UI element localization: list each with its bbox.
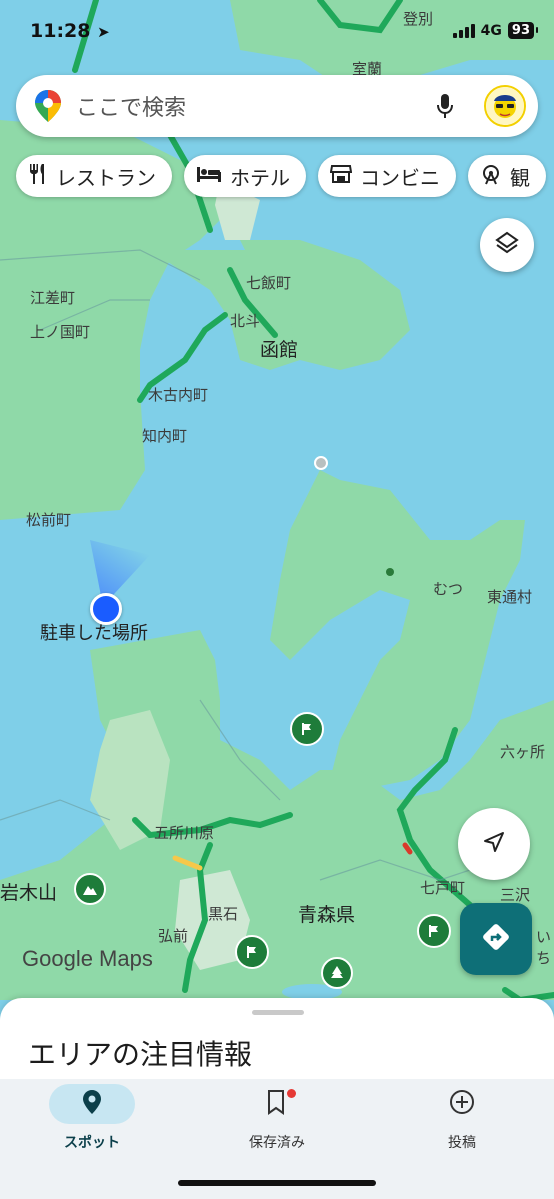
map-label: 函館 xyxy=(260,339,299,361)
search-bar[interactable]: ここで検索 xyxy=(16,75,538,137)
maps-pin-logo-icon xyxy=(34,89,62,123)
map-label: 五所川原 xyxy=(154,824,215,842)
place-dot xyxy=(314,456,328,470)
chip-hotel[interactable]: ホテル xyxy=(184,155,306,197)
location-arrow-icon: ➤ xyxy=(97,23,110,41)
ferris-wheel-icon xyxy=(480,163,502,190)
bed-icon xyxy=(196,164,222,188)
map-label: 知内町 xyxy=(142,427,188,445)
search-input[interactable]: ここで検索 xyxy=(76,90,430,122)
notification-dot xyxy=(287,1089,296,1098)
map-label: 青森県 xyxy=(298,904,356,926)
map-label: 上ノ国町 xyxy=(30,323,91,341)
plus-circle-icon xyxy=(448,1088,476,1120)
park-marker-icon[interactable] xyxy=(321,957,353,989)
chip-convenience-store[interactable]: コンビニ xyxy=(318,155,456,197)
chip-sightseeing[interactable]: 観 xyxy=(468,155,546,197)
map-label: 六ヶ所 xyxy=(500,743,546,761)
flag-marker-icon[interactable] xyxy=(290,712,324,746)
map-label: 三沢 xyxy=(500,886,531,904)
map-label: 弘前 xyxy=(158,927,189,945)
chip-restaurant[interactable]: レストラン xyxy=(16,155,172,197)
map-label: 北斗 xyxy=(230,312,261,330)
tab-contribute[interactable]: 投稿 xyxy=(392,1084,532,1152)
bookmark-icon xyxy=(266,1089,288,1119)
directions-button[interactable] xyxy=(460,903,532,975)
flag-marker-icon[interactable] xyxy=(417,914,451,948)
directions-icon xyxy=(481,922,511,956)
status-time: 11:28 ➤ xyxy=(30,20,110,42)
microphone-icon[interactable] xyxy=(430,91,460,121)
tab-active-pill xyxy=(49,1084,135,1124)
map-label: 七飯町 xyxy=(246,274,292,292)
store-icon xyxy=(329,164,353,189)
battery-indicator: 93 xyxy=(507,22,539,39)
mountain-marker-icon[interactable] xyxy=(74,873,106,905)
google-maps-logo: Google Maps xyxy=(22,946,153,971)
map-label: 黒石 xyxy=(208,905,239,923)
my-location-button[interactable] xyxy=(458,808,530,880)
location-pin-icon xyxy=(82,1089,102,1119)
navigation-arrow-icon xyxy=(481,829,507,859)
tab-label: 投稿 xyxy=(448,1135,476,1151)
map-label: 松前町 xyxy=(26,511,72,529)
map-label: むつ xyxy=(433,580,464,598)
sheet-title: エリアの注目情報 xyxy=(28,1038,253,1071)
chip-label: ホテル xyxy=(230,165,290,190)
tab-label: スポット xyxy=(64,1135,120,1151)
tab-saved[interactable]: 保存済み xyxy=(207,1084,347,1152)
sheet-drag-handle[interactable] xyxy=(252,1010,304,1015)
chip-label: レストラン xyxy=(56,165,156,190)
tab-spot[interactable]: スポット xyxy=(22,1084,162,1152)
tab-icon-wrap xyxy=(419,1084,505,1124)
status-indicators: 4G 93 xyxy=(452,22,539,39)
map-label: 登別 xyxy=(403,10,434,28)
signal-icon xyxy=(452,23,475,38)
flag-marker-icon[interactable] xyxy=(235,935,269,969)
map-label: 岩木山 xyxy=(0,882,58,904)
status-time-text: 11:28 xyxy=(30,20,91,42)
chip-label: 観 xyxy=(510,165,530,190)
parked-location-label[interactable]: 駐車した場所 xyxy=(40,619,148,645)
place-dot xyxy=(386,568,394,576)
chip-label: コンビニ xyxy=(360,165,440,190)
map-label: 東通村 xyxy=(487,588,533,606)
tab-label: 保存済み xyxy=(249,1135,305,1151)
network-type: 4G xyxy=(480,22,502,39)
fork-knife-icon xyxy=(28,163,48,190)
map-label: 木古内町 xyxy=(148,386,209,404)
home-indicator xyxy=(178,1180,376,1186)
map-label: 七戸町 xyxy=(420,879,466,897)
map-label: 江差町 xyxy=(30,289,76,307)
avatar[interactable] xyxy=(484,85,526,127)
tab-icon-wrap xyxy=(234,1084,320,1124)
layers-icon xyxy=(494,230,520,260)
map-label: いち xyxy=(536,928,552,967)
category-chips: レストラン ホテル コンビニ 観 xyxy=(16,155,546,197)
layers-button[interactable] xyxy=(480,218,534,272)
